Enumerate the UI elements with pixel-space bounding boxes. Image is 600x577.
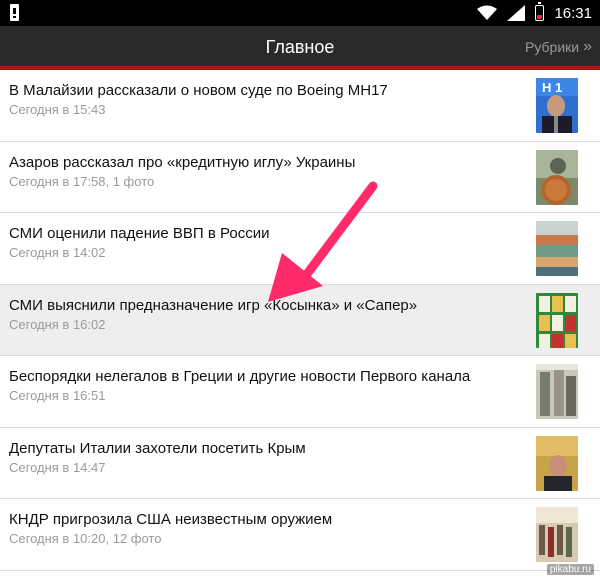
news-item[interactable]: СМИ оценили падение ВВП в России Сегодня… [0, 213, 600, 285]
thumb-logo-text: H 1 [542, 80, 562, 95]
news-item-highlighted[interactable]: СМИ выяснили предназначение игр «Косынка… [0, 284, 600, 356]
app-header: Главное Рубрики » [0, 26, 600, 66]
page-title: Главное [265, 37, 335, 57]
news-item[interactable]: КНДР пригрозила США неизвестным оружием … [0, 499, 600, 571]
notification-icon [10, 4, 19, 21]
rubrics-label: Рубрики [525, 39, 580, 55]
news-thumbnail [536, 364, 578, 419]
news-title: СМИ оценили падение ВВП в России [9, 225, 270, 242]
battery-icon [535, 2, 545, 21]
news-item[interactable]: Беспорядки нелегалов в Греции и другие н… [0, 356, 600, 428]
news-meta: Сегодня в 14:47 [9, 459, 106, 475]
news-title: Депутаты Италии захотели посетить Крым [9, 439, 306, 457]
news-thumbnail [536, 507, 578, 562]
news-item[interactable]: Депутаты Италии захотели посетить Крым С… [0, 428, 600, 499]
news-title: В Малайзии рассказали о новом суде по Bo… [9, 82, 388, 99]
news-meta: Сегодня в 16:51 [9, 388, 106, 403]
news-title: СМИ выяснили предназначение игр «Косынка… [9, 296, 418, 314]
signal-icon [507, 5, 526, 21]
chevron-right-icon: » [583, 38, 592, 55]
status-icons: 16:31 [477, 0, 592, 26]
news-thumbnail [536, 435, 578, 491]
status-bar: 16:31 [0, 0, 600, 26]
news-title: Азаров рассказал про «кредитную иглу» Ук… [9, 153, 356, 171]
news-meta: Сегодня в 14:02 [9, 245, 106, 260]
wifi-icon [477, 5, 498, 20]
news-thumbnail [536, 149, 578, 205]
rubrics-button[interactable]: Рубрики » [525, 26, 592, 68]
news-list: В Малайзии рассказали о новом суде по Bo… [0, 70, 600, 571]
news-thumbnail [536, 292, 578, 348]
news-item[interactable]: В Малайзии рассказали о новом суде по Bo… [0, 70, 600, 142]
news-meta: Сегодня в 16:02 [9, 316, 106, 332]
news-meta: Сегодня в 15:43 [9, 102, 106, 117]
news-meta: Сегодня в 17:58, 1 фото [9, 173, 155, 189]
clock: 16:31 [554, 4, 592, 22]
news-thumbnail: H 1 [536, 78, 578, 133]
news-meta: Сегодня в 10:20, 12 фото [9, 531, 162, 546]
watermark: pikabu.ru [546, 564, 594, 575]
news-title: Беспорядки нелегалов в Греции и другие н… [9, 368, 471, 385]
news-title: КНДР пригрозила США неизвестным оружием [9, 511, 333, 528]
news-item[interactable]: Азаров рассказал про «кредитную иглу» Ук… [0, 142, 600, 213]
news-thumbnail [536, 221, 578, 276]
